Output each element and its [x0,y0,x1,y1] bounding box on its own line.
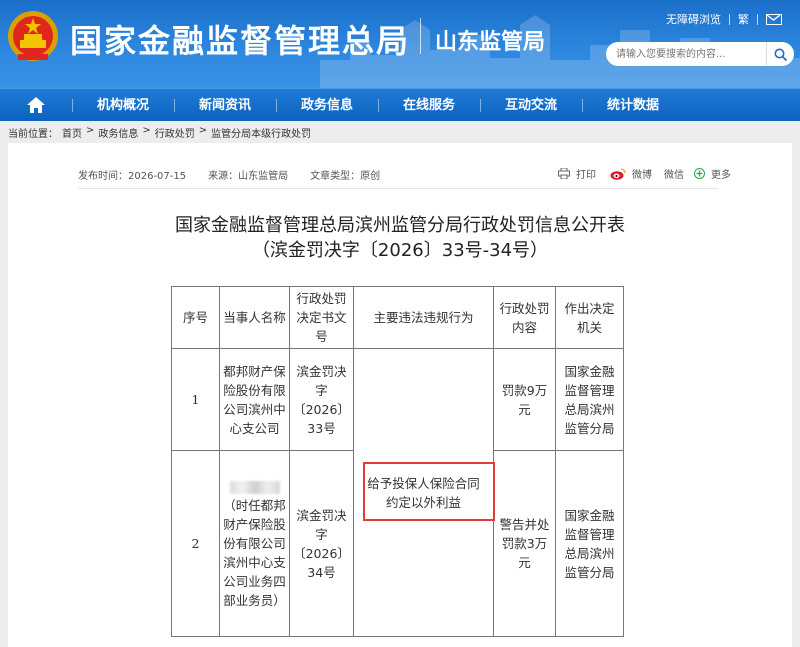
row-no: 2 [171,450,220,637]
row-authority: 国家金融监督管理总局滨州监管分局 [555,348,624,451]
wechat-share[interactable]: 微信 [664,166,684,181]
row-party: （时任都邦财产保险股份有限公司滨州中心支公司业务四部业务员） [223,498,286,608]
article-meta: 发布时间：2026-07-15 来源：山东监管局 文章类型：原创 [78,167,380,182]
home-button[interactable] [0,89,72,122]
plus-icon [694,168,705,179]
meta-divider [78,188,718,189]
national-emblem-icon [8,11,58,61]
article-title: 国家金融监督管理总局滨州监管分局行政处罚信息公开表 （滨金罚决字〔2026〕33… [8,213,792,263]
row-penalty: 罚款9万元 [493,348,556,451]
breadcrumb-current[interactable]: 监管分局本级行政处罚 [211,125,311,140]
bureau-title[interactable]: 山东监管局 [435,24,545,56]
nav-item-interaction[interactable]: 互动交流 [480,89,582,122]
search-icon [774,48,787,61]
breadcrumb: 当前位置： 首页 > 政务信息 > 行政处罚 > 监管分局本级行政处罚 [8,125,311,140]
nav-item-news[interactable]: 新闻资讯 [174,89,276,122]
print-icon [558,168,570,179]
row-authority: 国家金融监督管理总局滨州监管分局 [555,450,624,637]
header-penalty: 行政处罚内容 [493,286,556,349]
traditional-chinese-link[interactable]: 繁 [738,11,749,27]
header-no: 序号 [171,286,220,349]
article-title-line1: 国家金融监督管理总局滨州监管分局行政处罚信息公开表 [175,215,625,236]
more-share[interactable]: 更多 [711,166,731,181]
row-doc-no: 滨金罚决字〔2026〕33号 [289,348,354,451]
search-input[interactable] [606,42,766,66]
accessibility-link[interactable]: 无障碍浏览 [666,11,721,27]
breadcrumb-separator: > [198,125,208,136]
row-party: 都邦财产保险股份有限公司滨州中心支公司 [219,348,290,451]
header-authority: 作出决定机关 [555,286,624,349]
breadcrumb-separator: > [142,125,151,136]
row-party-cell: （时任都邦财产保险股份有限公司滨州中心支公司业务四部业务员） [219,450,290,637]
title-divider [420,18,421,54]
print-link[interactable]: 打印 [576,166,596,181]
header-violation: 主要违法违规行为 [353,286,494,349]
mail-icon[interactable] [766,13,782,25]
breadcrumb-separator: > [86,125,95,136]
weibo-share[interactable]: 微博 [632,166,652,181]
table-row: 1 都邦财产保险股份有限公司滨州中心支公司 滨金罚决字〔2026〕33号 给予投… [171,348,624,637]
publish-time: 发布时间：2026-07-15 [78,171,187,182]
doc-type: 文章类型：原创 [310,171,381,182]
breadcrumb-penalty[interactable]: 行政处罚 [155,125,195,140]
row-penalty: 警告并处罚款3万元 [493,450,556,637]
breadcrumb-prefix: 当前位置： [8,129,58,140]
search-button[interactable] [766,42,794,66]
header-doc-no: 行政处罚决定书文号 [289,286,354,349]
top-links: 无障碍浏览 繁 [666,11,782,27]
row-no: 1 [171,348,220,451]
table-header-row: 序号 当事人名称 行政处罚决定书文号 主要违法违规行为 行政处罚内容 作出决定机… [171,286,624,349]
home-icon [27,97,45,113]
article-title-line2: （滨金罚决字〔2026〕33号-34号） [251,240,549,261]
weibo-icon [610,167,626,180]
nav-item-online-service[interactable]: 在线服务 [378,89,480,122]
redacted-name [229,481,280,494]
article-panel: 发布时间：2026-07-15 来源：山东监管局 文章类型：原创 打印 微博 微… [8,143,792,647]
nav-item-about[interactable]: 机构概况 [72,89,174,122]
site-header: 国家金融监督管理总局 山东监管局 无障碍浏览 繁 [0,0,800,88]
link-separator [729,13,730,25]
share-bar: 打印 微博 微信 更多 [558,166,731,181]
breadcrumb-home[interactable]: 首页 [62,125,82,140]
link-separator [757,13,758,25]
nav-item-gov-info[interactable]: 政务信息 [276,89,378,122]
main-nav: 机构概况 新闻资讯 政务信息 在线服务 互动交流 统计数据 [0,88,800,121]
breadcrumb-gov-info[interactable]: 政务信息 [98,125,138,140]
highlight-box [363,462,495,521]
header-party: 当事人名称 [219,286,290,349]
nav-item-statistics[interactable]: 统计数据 [582,89,684,122]
row-doc-no: 滨金罚决字〔2026〕34号 [289,450,354,637]
site-title[interactable]: 国家金融监督管理总局 [70,16,410,62]
source: 来源：山东监管局 [208,171,289,182]
